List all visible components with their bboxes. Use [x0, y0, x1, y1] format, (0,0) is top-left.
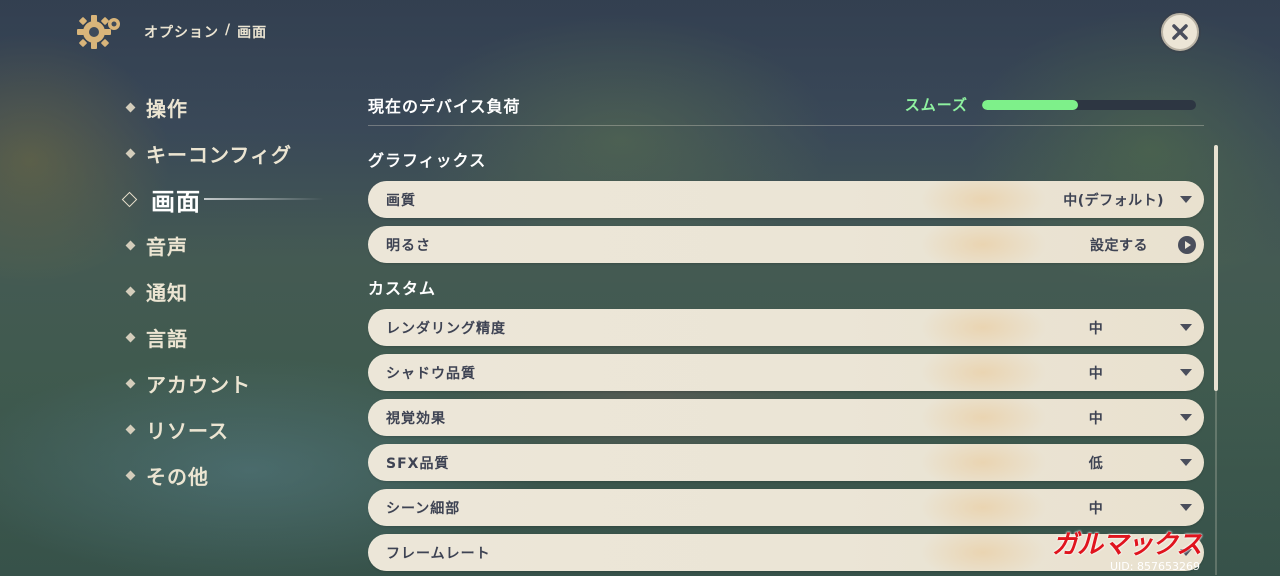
setting-row-render-resolution[interactable]: レンダリング精度 中 [368, 309, 1204, 346]
nav-item-label: 通知 [146, 280, 188, 305]
diamond-bullet-icon [125, 286, 136, 296]
diamond-bullet-icon [125, 424, 136, 434]
breadcrumb-parent[interactable]: オプション [144, 22, 219, 42]
play-circle-icon [1178, 235, 1196, 254]
nav-item-language[interactable]: 言語 [124, 314, 344, 360]
nav-item-controls[interactable]: 操作 [124, 84, 344, 130]
device-load-bar-fill [982, 99, 1079, 110]
setting-value: 中 [1088, 500, 1104, 517]
close-icon [1172, 24, 1188, 40]
setting-label: 視覚効果 [386, 410, 446, 427]
nav-item-display[interactable]: 画面 [121, 176, 344, 222]
diamond-bullet-icon [125, 332, 136, 342]
diamond-bullet-icon [121, 191, 138, 207]
setting-label: 画質 [386, 192, 416, 209]
device-load-bar [982, 99, 1196, 110]
breadcrumb: オプション / 画面 [144, 22, 267, 42]
uid-label: UID: 857653269 [1110, 560, 1200, 573]
setting-row-quality[interactable]: 画質 中(デフォルト) [368, 181, 1204, 218]
scrollbar-thumb[interactable] [1214, 145, 1218, 391]
nav-item-label: リソース [146, 418, 229, 443]
setting-row-shadow-quality[interactable]: シャドウ品質 中 [368, 354, 1204, 391]
caret-down-icon [1180, 459, 1192, 466]
setting-row-scene-detail[interactable]: シーン細部 中 [368, 489, 1204, 526]
diamond-bullet-icon [125, 148, 136, 158]
gear-icon [76, 12, 124, 52]
breadcrumb-current: 画面 [237, 25, 268, 41]
setting-label: SFX品質 [386, 455, 450, 472]
caret-down-icon [1180, 369, 1192, 376]
setting-value: 設定する [1090, 237, 1148, 254]
nav-item-label: 音声 [146, 234, 188, 259]
diamond-bullet-icon [125, 378, 136, 388]
caret-down-icon [1180, 504, 1192, 511]
setting-value: 中 [1088, 410, 1104, 427]
setting-value: 中 [1088, 320, 1104, 337]
close-button[interactable] [1161, 13, 1199, 51]
diamond-bullet-icon [125, 240, 136, 250]
setting-label: フレームレート [386, 545, 491, 562]
sidebar-nav: 操作 キーコンフィグ 画面 音声 通知 言語 アカウント リソース その他 [121, 84, 344, 498]
nav-item-label: 言語 [146, 326, 188, 351]
setting-row-visual-effects[interactable]: 視覚効果 中 [368, 399, 1204, 436]
settings-panel: 現在のデバイス負荷 スムーズ グラフィックス 画質 中(デフォルト) 明るさ 設… [368, 84, 1204, 576]
section-title-custom: カスタム [368, 279, 437, 298]
nav-item-account[interactable]: アカウント [124, 360, 344, 406]
caret-down-icon [1180, 324, 1192, 331]
diamond-bullet-icon [125, 102, 136, 112]
nav-item-label: アカウント [146, 372, 251, 397]
setting-label: シャドウ品質 [386, 365, 476, 382]
setting-row-sfx-quality[interactable]: SFX品質 低 [368, 444, 1204, 481]
nav-item-resources[interactable]: リソース [124, 406, 344, 452]
section-title-graphics: グラフィックス [368, 151, 487, 170]
setting-value: 中(デフォルト) [1063, 192, 1164, 209]
nav-item-other[interactable]: その他 [124, 452, 344, 498]
header: オプション / 画面 [76, 12, 267, 52]
watermark-logo: ガルマックス [1052, 530, 1202, 560]
device-load-row: 現在のデバイス負荷 スムーズ [368, 84, 1204, 126]
setting-row-brightness[interactable]: 明るさ 設定する [368, 226, 1204, 263]
nav-item-label: その他 [146, 464, 209, 489]
setting-label: シーン細部 [386, 500, 461, 517]
setting-value: 低 [1088, 455, 1104, 472]
breadcrumb-separator: / [225, 22, 232, 38]
nav-item-notifications[interactable]: 通知 [124, 268, 344, 314]
device-load-status: スムーズ [904, 96, 968, 114]
device-load-label: 現在のデバイス負荷 [368, 96, 521, 116]
nav-item-label: キーコンフィグ [146, 142, 292, 167]
caret-down-icon [1180, 196, 1192, 203]
setting-label: レンダリング精度 [386, 320, 506, 337]
nav-item-keyconfig[interactable]: キーコンフィグ [124, 130, 344, 176]
setting-value: 中 [1088, 365, 1104, 382]
nav-item-label: 画面 [151, 187, 201, 216]
nav-item-audio[interactable]: 音声 [124, 222, 344, 268]
diamond-bullet-icon [125, 470, 136, 480]
caret-down-icon [1180, 414, 1192, 421]
nav-item-label: 操作 [146, 96, 188, 121]
setting-label: 明るさ [386, 237, 431, 254]
